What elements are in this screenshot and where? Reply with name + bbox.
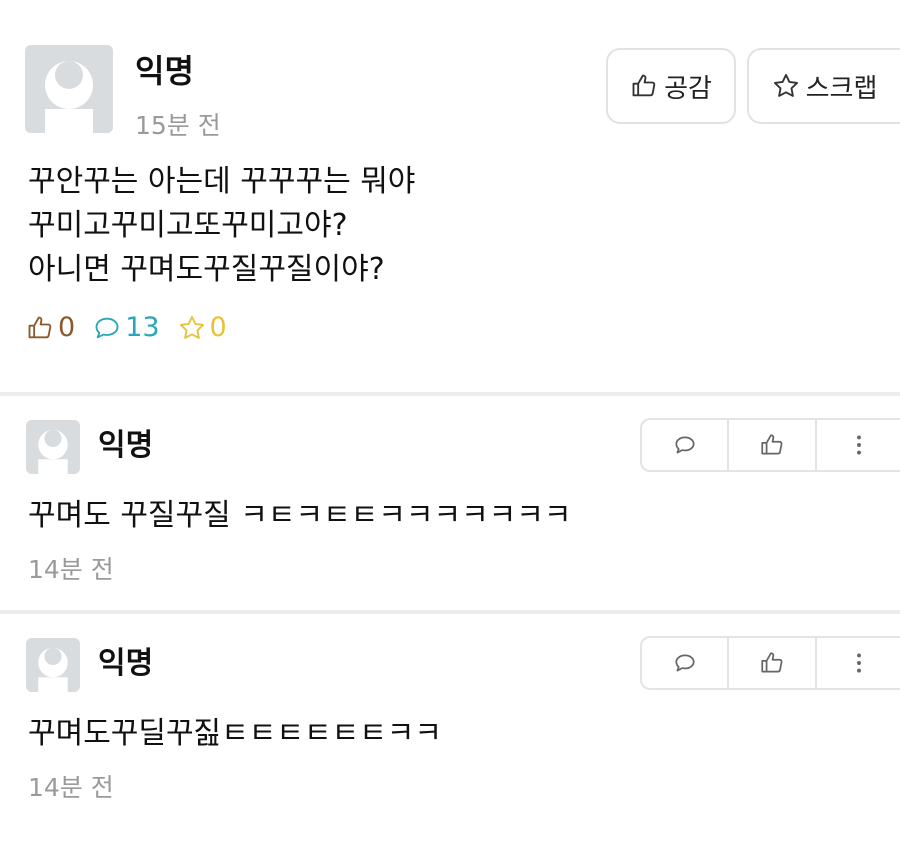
more-button[interactable]	[817, 420, 900, 470]
anonymous-avatar-icon	[26, 420, 80, 474]
comment-count: 13	[93, 312, 160, 343]
divider	[0, 392, 900, 396]
anonymous-avatar-icon	[26, 638, 80, 692]
avatar	[25, 45, 113, 133]
like-button[interactable]: 공감	[606, 48, 736, 124]
post-time: 15분 전	[135, 111, 221, 140]
comment-like-button[interactable]	[729, 420, 817, 470]
comment-actions	[640, 636, 900, 690]
avatar	[26, 638, 80, 692]
like-count: 0	[26, 312, 75, 343]
comment-time: 14분 전	[28, 773, 114, 802]
comment-actions	[640, 418, 900, 472]
thumbs-up-icon	[28, 316, 52, 338]
divider	[0, 610, 900, 614]
comment-author: 익명	[98, 428, 154, 463]
star-icon	[773, 73, 798, 97]
scrap-count: 0	[178, 312, 227, 343]
speech-bubble-icon	[95, 317, 119, 338]
post-author: 익명	[135, 52, 194, 90]
vertical-ellipsis-icon	[857, 653, 862, 673]
post-body: 꾸안꾸는 아는데 꾸꾸꾸는 뭐야 꾸미고꾸미고또꾸미고야? 아니면 꾸며도꾸질꾸…	[28, 160, 415, 292]
more-button[interactable]	[817, 638, 900, 688]
comment-text: 꾸며도꾸딜꾸짎ㅌㅌㅌㅌㅌㅌㅋㅋ	[28, 716, 442, 751]
scrap-button[interactable]: 스크랩	[747, 48, 900, 124]
thumbs-up-icon	[761, 434, 783, 455]
vertical-ellipsis-icon	[857, 435, 862, 455]
comment-author: 익명	[98, 646, 154, 681]
reply-button[interactable]	[642, 420, 730, 470]
like-count-value: 0	[58, 312, 76, 343]
comment-time: 14분 전	[28, 555, 114, 584]
avatar	[26, 420, 80, 474]
star-icon	[179, 315, 204, 339]
speech-bubble-icon	[675, 436, 695, 454]
reply-button[interactable]	[642, 638, 730, 688]
thumbs-up-icon	[761, 652, 783, 673]
post: 익명 15분 전 공감 스크랩 꾸안꾸는 아는데 꾸꾸꾸는 뭐야 꾸미고꾸미고또…	[0, 0, 900, 392]
comment-text: 꾸며도 꾸질꾸질 ㅋㅌㅋㅌㅌㅋㅋㅋㅋㅋㅋㅋ	[28, 498, 572, 533]
scrap-button-label: 스크랩	[805, 73, 878, 104]
post-body-line: 아니면 꾸며도꾸질꾸질이야?	[28, 252, 385, 287]
comment: 익명 꾸며도 꾸질꾸질 ㅋㅌㅋㅌㅌㅋㅋㅋㅋㅋㅋㅋ 14분 전	[0, 400, 900, 600]
comment-like-button[interactable]	[729, 638, 817, 688]
comment-count-value: 13	[125, 312, 160, 343]
thumbs-up-icon	[632, 74, 656, 97]
like-button-label: 공감	[664, 73, 712, 104]
post-body-line: 꾸안꾸는 아는데 꾸꾸꾸는 뭐야	[28, 164, 416, 199]
anonymous-avatar-icon	[25, 45, 113, 133]
post-body-line: 꾸미고꾸미고또꾸미고야?	[28, 208, 348, 243]
post-stats: 0 13 0	[26, 312, 245, 343]
speech-bubble-icon	[675, 654, 695, 672]
scrap-count-value: 0	[209, 312, 227, 343]
comment: 익명 꾸며도꾸딜꾸짎ㅌㅌㅌㅌㅌㅌㅋㅋ 14분 전	[0, 618, 900, 818]
